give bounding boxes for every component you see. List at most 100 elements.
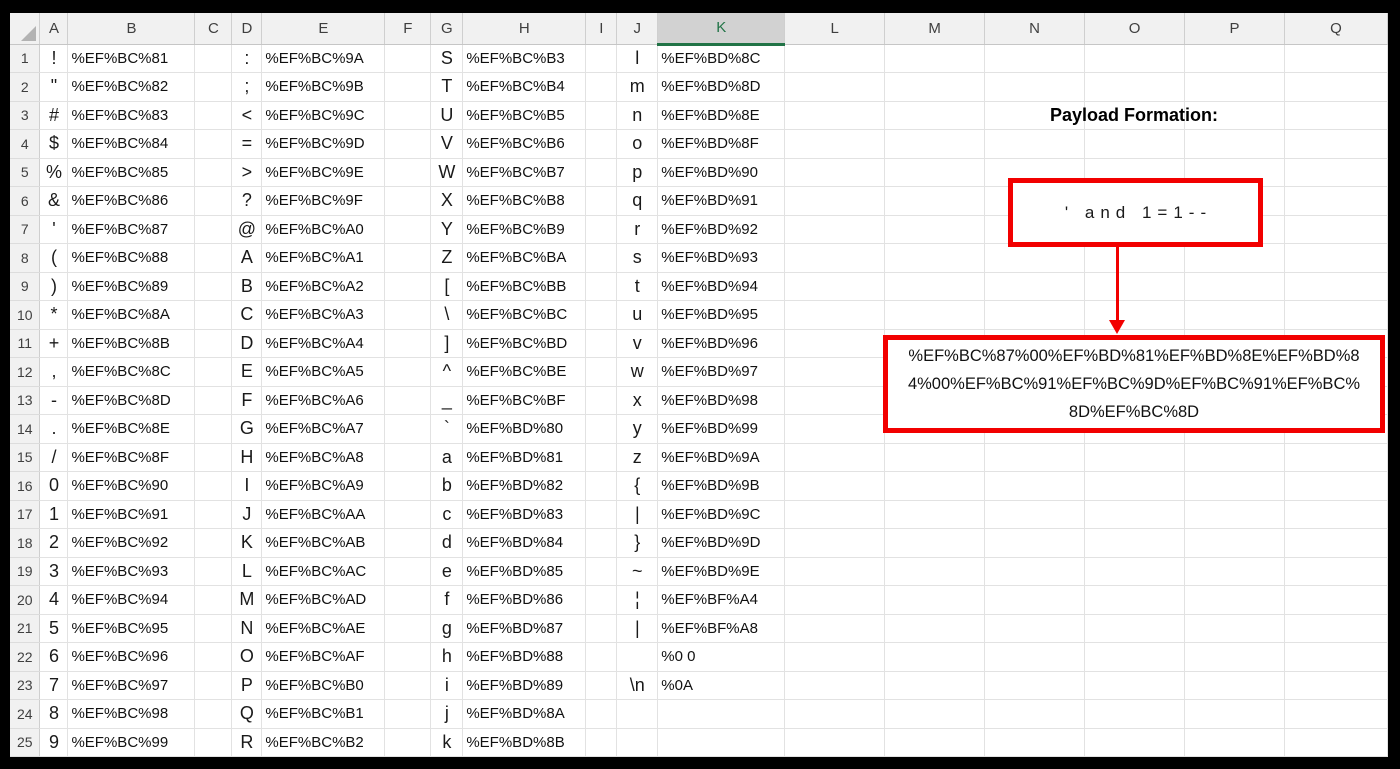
cell-H18[interactable]: %EF%BD%84 [462, 528, 587, 558]
column-header-E[interactable]: E [261, 13, 386, 45]
cell-I16[interactable] [585, 471, 618, 501]
cell-J21[interactable]: | [616, 614, 659, 643]
cell-P26[interactable] [1184, 756, 1285, 757]
cell-D18[interactable]: K [231, 528, 263, 558]
cell-F4[interactable] [384, 129, 432, 159]
cell-C9[interactable] [194, 272, 233, 301]
payload-plain-box[interactable]: ' and 1=1-- [1008, 178, 1263, 247]
cell-B15[interactable]: %EF%BC%8F [67, 443, 196, 472]
cell-E13[interactable]: %EF%BC%A6 [261, 386, 386, 415]
cell-M20[interactable] [884, 585, 986, 615]
cell-A7[interactable]: ' [39, 215, 69, 244]
cell-L6[interactable] [784, 186, 886, 216]
row-header-1[interactable]: 1 [10, 44, 41, 73]
row-header-8[interactable]: 8 [10, 243, 41, 273]
cell-N9[interactable] [984, 272, 1086, 301]
cell-M21[interactable] [884, 614, 986, 643]
cell-M1[interactable] [884, 44, 986, 73]
cell-G21[interactable]: g [430, 614, 464, 643]
cell-Q17[interactable] [1284, 500, 1388, 529]
cell-O20[interactable] [1084, 585, 1185, 615]
cell-K4[interactable]: %EF%BD%8F [657, 129, 786, 159]
cell-G5[interactable]: W [430, 158, 464, 187]
cell-C6[interactable] [194, 186, 233, 216]
column-header-C[interactable]: C [194, 13, 233, 45]
cell-A8[interactable]: ( [39, 243, 69, 273]
cell-C18[interactable] [194, 528, 233, 558]
cell-D9[interactable]: B [231, 272, 263, 301]
cell-A26[interactable] [39, 756, 69, 757]
cell-B7[interactable]: %EF%BC%87 [67, 215, 196, 244]
cell-J9[interactable]: t [616, 272, 659, 301]
cell-P23[interactable] [1184, 671, 1285, 700]
cell-F26[interactable] [384, 756, 432, 757]
cell-J3[interactable]: n [616, 101, 659, 130]
cell-A12[interactable]: , [39, 357, 69, 387]
cell-E21[interactable]: %EF%BC%AE [261, 614, 386, 643]
cell-K1[interactable]: %EF%BD%8C [657, 44, 786, 73]
cell-G17[interactable]: c [430, 500, 464, 529]
cell-C22[interactable] [194, 642, 233, 672]
cell-B11[interactable]: %EF%BC%8B [67, 329, 196, 358]
cell-K19[interactable]: %EF%BD%9E [657, 557, 786, 586]
cell-F22[interactable] [384, 642, 432, 672]
cell-I4[interactable] [585, 129, 618, 159]
cell-B14[interactable]: %EF%BC%8E [67, 414, 196, 444]
cell-L25[interactable] [784, 728, 886, 757]
cell-I13[interactable] [585, 386, 618, 415]
row-header-10[interactable]: 10 [10, 300, 41, 330]
cell-L13[interactable] [784, 386, 886, 415]
cell-K15[interactable]: %EF%BD%9A [657, 443, 786, 472]
cell-H5[interactable]: %EF%BC%B7 [462, 158, 587, 187]
cell-H1[interactable]: %EF%BC%B3 [462, 44, 587, 73]
cell-P20[interactable] [1184, 585, 1285, 615]
row-header-17[interactable]: 17 [10, 500, 41, 529]
cell-F20[interactable] [384, 585, 432, 615]
cell-A17[interactable]: 1 [39, 500, 69, 529]
cell-G3[interactable]: U [430, 101, 464, 130]
cell-P19[interactable] [1184, 557, 1285, 586]
cell-K20[interactable]: %EF%BF%A4 [657, 585, 786, 615]
row-header-7[interactable]: 7 [10, 215, 41, 244]
column-header-N[interactable]: N [984, 13, 1086, 45]
cell-H9[interactable]: %EF%BC%BB [462, 272, 587, 301]
cell-Q20[interactable] [1284, 585, 1388, 615]
cell-A2[interactable]: " [39, 72, 69, 102]
cell-P8[interactable] [1184, 243, 1285, 273]
cell-A6[interactable]: & [39, 186, 69, 216]
cell-D14[interactable]: G [231, 414, 263, 444]
cell-J2[interactable]: m [616, 72, 659, 102]
cell-E14[interactable]: %EF%BC%A7 [261, 414, 386, 444]
cell-O4[interactable] [1084, 129, 1185, 159]
column-header-K[interactable]: K [657, 13, 786, 46]
cell-L17[interactable] [784, 500, 886, 529]
cell-O26[interactable] [1084, 756, 1185, 757]
cell-I10[interactable] [585, 300, 618, 330]
cell-B25[interactable]: %EF%BC%99 [67, 728, 196, 757]
cell-L5[interactable] [784, 158, 886, 187]
cell-N21[interactable] [984, 614, 1086, 643]
cell-F18[interactable] [384, 528, 432, 558]
cell-G13[interactable]: _ [430, 386, 464, 415]
cell-G19[interactable]: e [430, 557, 464, 586]
cell-H6[interactable]: %EF%BC%B8 [462, 186, 587, 216]
cell-H4[interactable]: %EF%BC%B6 [462, 129, 587, 159]
cell-H22[interactable]: %EF%BD%88 [462, 642, 587, 672]
cell-N22[interactable] [984, 642, 1086, 672]
cell-G11[interactable]: ] [430, 329, 464, 358]
cell-D11[interactable]: D [231, 329, 263, 358]
cell-A5[interactable]: % [39, 158, 69, 187]
cell-E6[interactable]: %EF%BC%9F [261, 186, 386, 216]
cell-L20[interactable] [784, 585, 886, 615]
row-header-14[interactable]: 14 [10, 414, 41, 444]
cell-J19[interactable]: ~ [616, 557, 659, 586]
cell-I3[interactable] [585, 101, 618, 130]
cell-H7[interactable]: %EF%BC%B9 [462, 215, 587, 244]
cell-M24[interactable] [884, 699, 986, 729]
cell-Q26[interactable] [1284, 756, 1388, 757]
cell-C1[interactable] [194, 44, 233, 73]
cell-H3[interactable]: %EF%BC%B5 [462, 101, 587, 130]
cell-K11[interactable]: %EF%BD%96 [657, 329, 786, 358]
cell-L9[interactable] [784, 272, 886, 301]
cell-F10[interactable] [384, 300, 432, 330]
